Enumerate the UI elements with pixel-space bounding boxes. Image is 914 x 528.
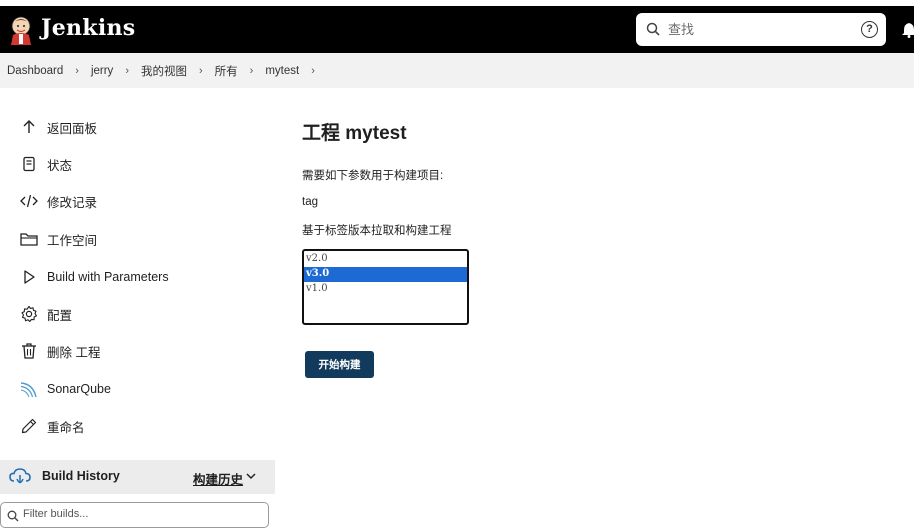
- search-box[interactable]: ?: [636, 13, 886, 46]
- breadcrumb-dashboard[interactable]: Dashboard: [7, 65, 63, 77]
- top-bar: Jenkins ?: [0, 6, 914, 53]
- sidebar-item-changes[interactable]: 修改记录: [20, 190, 97, 212]
- filter-builds-box[interactable]: [0, 502, 269, 528]
- code-icon: [20, 192, 38, 210]
- breadcrumb-user[interactable]: jerry: [91, 65, 113, 77]
- bell-icon[interactable]: [902, 22, 914, 38]
- parameter-description: 基于标签版本拉取和构建工程: [302, 225, 452, 237]
- arrow-up-icon: [20, 118, 38, 136]
- filter-builds-input[interactable]: [23, 508, 253, 520]
- breadcrumb-all[interactable]: 所有: [215, 63, 238, 79]
- sidebar-item-label: 删除 工程: [47, 345, 101, 360]
- cloud-build-icon: [9, 468, 31, 484]
- folder-icon: [20, 230, 38, 248]
- chevron-down-icon[interactable]: [245, 471, 257, 481]
- search-input[interactable]: [668, 19, 848, 40]
- pencil-icon: [20, 417, 38, 435]
- sidebar-item-label: SonarQube: [47, 382, 111, 396]
- trash-icon: [20, 342, 38, 360]
- tag-option-selected[interactable]: v3.0: [304, 267, 467, 282]
- sidebar-item-workspace[interactable]: 工作空间: [20, 228, 97, 250]
- sidebar-item-label: 工作空间: [47, 233, 98, 248]
- gear-icon: [20, 305, 38, 323]
- sidebar-item-back-to-dashboard[interactable]: 返回面板: [20, 116, 97, 138]
- chevron-right-icon: ›: [125, 64, 129, 77]
- chevron-right-icon[interactable]: ›: [311, 65, 315, 77]
- sidebar-item-label: Build with Parameters: [47, 270, 169, 284]
- sidebar-item-build-with-parameters[interactable]: Build with Parameters: [20, 266, 169, 288]
- sidebar-item-label: 返回面板: [47, 121, 98, 136]
- sidebar-item-label: 状态: [47, 158, 73, 173]
- breadcrumb-my-views[interactable]: 我的视图: [141, 63, 187, 79]
- play-icon: [20, 268, 38, 286]
- search-icon: [7, 510, 19, 522]
- tag-option[interactable]: v2.0: [304, 252, 467, 267]
- breadcrumb-job[interactable]: mytest: [265, 65, 299, 77]
- sidebar-item-rename[interactable]: 重命名: [20, 415, 85, 437]
- sidebar-item-label: 重命名: [47, 420, 85, 435]
- parameters-description: 需要如下参数用于构建项目:: [302, 170, 444, 182]
- chevron-right-icon: ›: [198, 64, 203, 77]
- help-icon[interactable]: ?: [861, 21, 878, 38]
- parameter-name: tag: [302, 196, 318, 208]
- brand-name[interactable]: Jenkins: [41, 15, 135, 41]
- search-icon: [646, 22, 660, 36]
- build-history-panel: Build History 构建历史: [0, 460, 275, 494]
- tag-option[interactable]: v1.0: [304, 282, 467, 297]
- page-title: 工程 mytest: [302, 123, 407, 144]
- build-history-title: Build History: [42, 469, 120, 483]
- sidebar-item-label: 配置: [47, 308, 73, 323]
- sidebar-item-configure[interactable]: 配置: [20, 303, 72, 325]
- chevron-right-icon: ›: [75, 64, 79, 77]
- sonarqube-icon: [20, 380, 38, 398]
- breadcrumb: Dashboard › jerry › 我的视图 › 所有 › mytest ›: [0, 53, 914, 88]
- sidebar-item-delete-project[interactable]: 删除 工程: [20, 340, 100, 362]
- document-icon: [20, 155, 38, 173]
- sidebar-item-label: 修改记录: [47, 195, 98, 210]
- jenkins-logo[interactable]: [8, 15, 34, 45]
- sidebar-item-sonarqube[interactable]: SonarQube: [20, 378, 111, 400]
- build-button[interactable]: 开始构建: [305, 351, 374, 378]
- chevron-right-icon: ›: [249, 64, 254, 77]
- build-history-link[interactable]: 构建历史: [193, 469, 243, 488]
- tag-select-list[interactable]: v2.0 v3.0 v1.0: [302, 249, 469, 325]
- sidebar-item-status[interactable]: 状态: [20, 153, 72, 175]
